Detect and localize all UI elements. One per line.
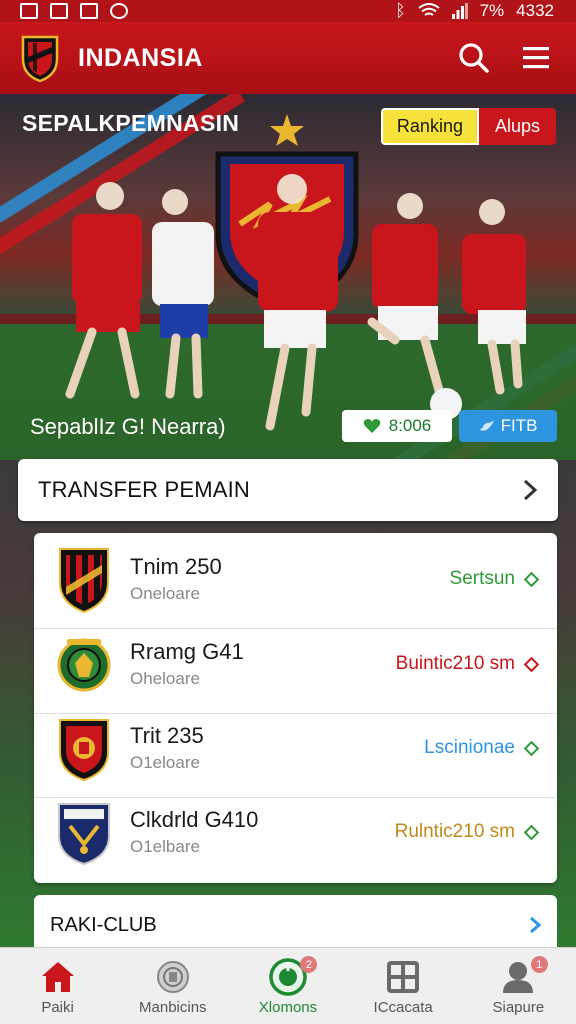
hero-chip-group: Ranking Alups: [380, 108, 556, 145]
player-subtitle: O1elbare: [130, 837, 200, 856]
ranking-chip[interactable]: Ranking: [380, 108, 479, 145]
status-right: ᛒ 7% 4332: [395, 1, 554, 21]
share-label: FITB: [500, 416, 538, 435]
alus-chip[interactable]: Alups: [478, 108, 556, 145]
hero-banner[interactable]: SEPALKPEMNASIN Ranking Alups SepablΙz G!…: [0, 94, 576, 460]
battery-text: 7%: [479, 1, 505, 20]
like-button[interactable]: 8:006: [342, 410, 452, 442]
transfer-row[interactable]: Tnim 250 Oneloare Sertsun: [34, 538, 557, 622]
hero-title: SEPALKPEMNASIN: [22, 110, 240, 136]
crest-icon: [59, 719, 109, 782]
player-name: Tnim 250: [130, 554, 222, 579]
notification-badge: 1: [530, 956, 548, 973]
chevron-right-icon: [523, 479, 538, 501]
nav-label: Siapure: [492, 999, 545, 1016]
transfer-row[interactable]: Trit 235 O1eloare Lscinionae: [34, 707, 557, 791]
nav-item-profile[interactable]: 1 Siapure: [461, 948, 576, 1024]
gallery-icon: [50, 3, 68, 19]
grid-icon: [387, 961, 420, 993]
nav-item-live[interactable]: 2 Xlomons: [230, 948, 345, 1024]
status-diamond-icon: [523, 656, 540, 673]
status-bar: ᛒ 7% 4332: [0, 0, 576, 22]
menu-button[interactable]: [516, 38, 556, 78]
share-button[interactable]: FITB: [459, 410, 557, 442]
transfer-title: TRANSFER PEMAIN: [38, 477, 251, 502]
star-icon: [270, 114, 304, 146]
app-title: INDANSIA: [78, 43, 203, 72]
signal-icon: [451, 3, 468, 19]
nav-label: ICcacata: [373, 999, 433, 1016]
crest-icon: [59, 548, 109, 614]
transfer-status: Sertsun: [449, 568, 515, 589]
status-left: [20, 3, 128, 19]
like-count: 8:006: [388, 416, 432, 435]
bottom-nav: Paiki Manbicins 2 Xlomons ICcacata 1 Sia…: [0, 947, 576, 1024]
app-bar: INDANSIA: [0, 22, 576, 94]
nav-label: Xlomons: [258, 999, 318, 1016]
heart-icon: [363, 419, 381, 433]
player-subtitle: Oheloare: [130, 669, 200, 688]
badge-icon: [156, 961, 189, 993]
player-name: Rramg G41: [130, 639, 244, 664]
nav-item-members[interactable]: Manbicins: [115, 948, 230, 1024]
club-title: RAKI-CLUB: [50, 913, 157, 936]
transfer-list: Tnim 250 Oneloare Sertsun Rramg G41 Ohel…: [34, 533, 557, 883]
bird-icon: [479, 420, 494, 431]
player-subtitle: Oneloare: [130, 584, 200, 603]
bluetooth-icon: ᛒ: [395, 1, 406, 20]
search-button[interactable]: [454, 38, 494, 78]
transfer-header[interactable]: TRANSFER PEMAIN: [18, 459, 558, 521]
clock-icon: [110, 3, 128, 19]
wifi-icon: [417, 3, 440, 16]
nav-item-grid[interactable]: ICcacata: [346, 948, 461, 1024]
notification-badge: 2: [300, 956, 318, 973]
crest-icon: [57, 638, 111, 692]
crest-icon: [58, 803, 110, 866]
team-crest: [56, 796, 112, 870]
chevron-right-icon: [530, 916, 541, 934]
team-crest: [56, 712, 112, 786]
transfer-status: Buintic210 sm: [395, 653, 515, 674]
club-logo[interactable]: [20, 33, 60, 83]
team-crest: [56, 628, 112, 702]
transfer-status: Lscinionae: [424, 737, 515, 758]
nav-label: Manbicins: [139, 999, 207, 1016]
nav-item-home[interactable]: Paiki: [0, 948, 115, 1024]
transfer-status: Rulntic210 sm: [394, 821, 515, 842]
app-icon: [80, 3, 98, 19]
hero-artwork: [0, 114, 576, 460]
transfer-row[interactable]: Clkdrld G410 O1elbare Rulntic210 sm: [34, 791, 557, 875]
search-icon: [459, 43, 489, 73]
player-name: Clkdrld G410: [130, 807, 259, 832]
status-diamond-icon: [523, 740, 540, 757]
status-diamond-icon: [523, 824, 540, 841]
nav-label: Paiki: [41, 999, 74, 1016]
player-name: Trit 235: [130, 723, 204, 748]
transfer-row[interactable]: Rramg G41 Oheloare Buintic210 sm: [34, 623, 557, 707]
clock-text: 4332: [516, 1, 554, 20]
hamburger-icon: [523, 47, 549, 69]
status-diamond-icon: [523, 571, 540, 588]
notification-icon: [20, 3, 38, 19]
hero-caption: SepablΙz G! Nearra): [30, 414, 226, 439]
home-icon: [41, 962, 74, 992]
club-section-header[interactable]: RAKI-CLUB: [34, 895, 557, 955]
team-crest: [56, 543, 112, 617]
player-subtitle: O1eloare: [130, 753, 200, 772]
